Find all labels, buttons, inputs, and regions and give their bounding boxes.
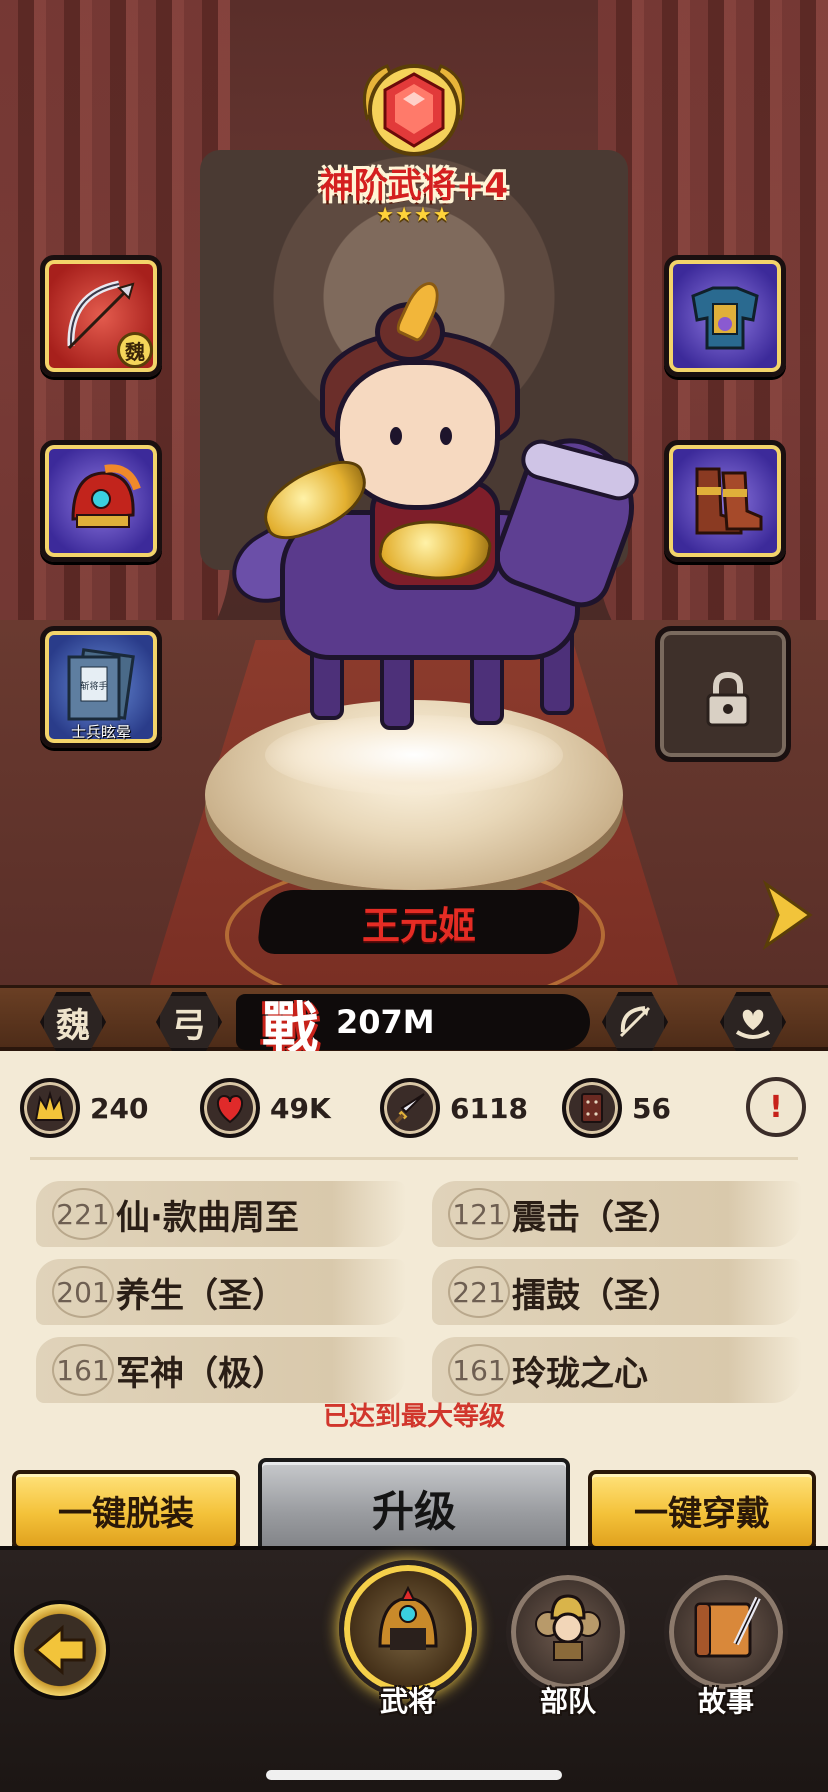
skill-name: 仙·款曲周至 <box>116 1197 299 1238</box>
hero-details-panel: 240 49K 6118 56 ! 221 仙·款曲周至 121 震击（圣） 2… <box>0 1051 828 1558</box>
hero-nameplate: 王元姬 <box>256 890 582 954</box>
divider <box>30 1157 798 1160</box>
rank-stars: ★★★★ <box>376 202 452 226</box>
tab-label: 部队 <box>539 1685 596 1718</box>
skill-level: 201 <box>52 1266 114 1318</box>
power-glyph: 戰 <box>262 996 318 1062</box>
skill-name: 养生（圣） <box>116 1275 286 1316</box>
skill-level: 161 <box>52 1344 114 1396</box>
hero-name: 王元姬 <box>361 903 476 948</box>
skill-item[interactable]: 161 军神（极） <box>36 1337 406 1403</box>
faction-badge: 魏 <box>117 332 153 368</box>
equip-slot-helmet[interactable] <box>40 440 162 562</box>
heart-icon <box>200 1078 260 1138</box>
back-button[interactable] <box>10 1600 110 1700</box>
helmet-icon <box>71 464 141 528</box>
book-icon: 斩将手 <box>67 648 135 721</box>
rider-eye <box>390 427 402 445</box>
hp-value: 49K <box>270 1091 331 1125</box>
shield-icon <box>562 1078 622 1138</box>
skill-level: 121 <box>448 1188 510 1240</box>
story-scroll-icon <box>694 1596 761 1658</box>
boots-icon <box>695 467 763 535</box>
leadership-value: 240 <box>90 1091 149 1125</box>
book-caption: 士兵眩晕 <box>70 723 131 741</box>
equip-slot-armor[interactable] <box>664 255 786 377</box>
power-value: 207M <box>336 1003 435 1041</box>
attack-value: 6118 <box>450 1091 528 1125</box>
skill-item[interactable]: 201 养生（圣） <box>36 1259 406 1325</box>
lock-icon <box>706 671 750 727</box>
back-arrow-icon <box>33 1624 86 1676</box>
home-indicator[interactable] <box>266 1770 562 1780</box>
skill-name: 震击（圣） <box>512 1197 682 1238</box>
troop-soldiers-icon <box>535 1594 601 1661</box>
upgrade-button[interactable]: 升级 <box>258 1458 570 1558</box>
tab-generals[interactable]: 武将 <box>339 1560 477 1720</box>
stat-defense: 56 <box>562 1077 671 1139</box>
max-level-notice: 已达到最大等级 <box>322 1402 505 1432</box>
leadership-icon <box>20 1078 80 1138</box>
hero-sprite[interactable] <box>218 276 660 770</box>
skill-item[interactable]: 161 玲珑之心 <box>432 1337 802 1403</box>
skill-name: 玲珑之心 <box>512 1353 648 1394</box>
stat-attack: 6118 <box>380 1077 528 1139</box>
weapon-type-hex[interactable]: 弓 <box>156 992 222 1052</box>
faction-hex[interactable]: 魏 <box>40 992 106 1052</box>
unequip-all-button[interactable]: 一键脱装 <box>12 1470 240 1550</box>
tab-label: 故事 <box>697 1685 754 1718</box>
skill-item[interactable]: 121 震击（圣） <box>432 1181 802 1247</box>
ruby-gem-icon <box>363 64 465 156</box>
next-hero-arrow-icon[interactable] <box>760 880 814 950</box>
tab-story[interactable]: 故事 <box>664 1570 788 1720</box>
defense-value: 56 <box>632 1091 671 1125</box>
stat-hp: 49K <box>200 1077 331 1139</box>
skill-name: 擂鼓（圣） <box>512 1275 682 1316</box>
stat-leadership: 240 <box>20 1077 148 1139</box>
armor-icon <box>691 286 759 350</box>
sword-icon <box>380 1078 440 1138</box>
hero-scene: 神阶武将+4 ★★★★ 魏 斩将手 士兵眩晕 王元姬 <box>0 0 828 985</box>
skill-level: 221 <box>448 1266 510 1318</box>
general-helmet-icon <box>378 1585 438 1650</box>
hero-info-bar: 魏 弓 戰 207M <box>0 985 828 1062</box>
rank-title: 神阶武将+4 <box>319 166 509 206</box>
rider-eye <box>440 427 452 445</box>
skill-item[interactable]: 221 擂鼓（圣） <box>432 1259 802 1325</box>
equip-slot-locked[interactable] <box>655 626 791 762</box>
book-cover-text: 斩将手 <box>80 680 107 692</box>
bottom-nav: 武将 部队 故事 <box>0 1546 828 1792</box>
class-hex[interactable] <box>602 992 668 1052</box>
equip-slot-weapon[interactable]: 魏 <box>40 255 162 377</box>
heart-hand-icon <box>735 1009 771 1039</box>
favorite-hex[interactable] <box>720 992 786 1052</box>
equip-all-button[interactable]: 一键穿戴 <box>588 1470 816 1550</box>
skill-level: 161 <box>448 1344 510 1396</box>
bow-arrow-icon <box>619 1006 651 1038</box>
equip-slot-book[interactable]: 斩将手 士兵眩晕 <box>40 626 162 748</box>
tab-label: 武将 <box>379 1685 436 1718</box>
equip-slot-boots[interactable] <box>664 440 786 562</box>
stats-info-button[interactable]: ! <box>746 1077 806 1137</box>
rank-crest: 神阶武将+4 ★★★★ <box>299 58 529 228</box>
skill-name: 军神（极） <box>116 1353 286 1394</box>
tab-troops[interactable]: 部队 <box>506 1570 630 1720</box>
skill-item[interactable]: 221 仙·款曲周至 <box>36 1181 406 1247</box>
skill-level: 221 <box>52 1188 114 1240</box>
